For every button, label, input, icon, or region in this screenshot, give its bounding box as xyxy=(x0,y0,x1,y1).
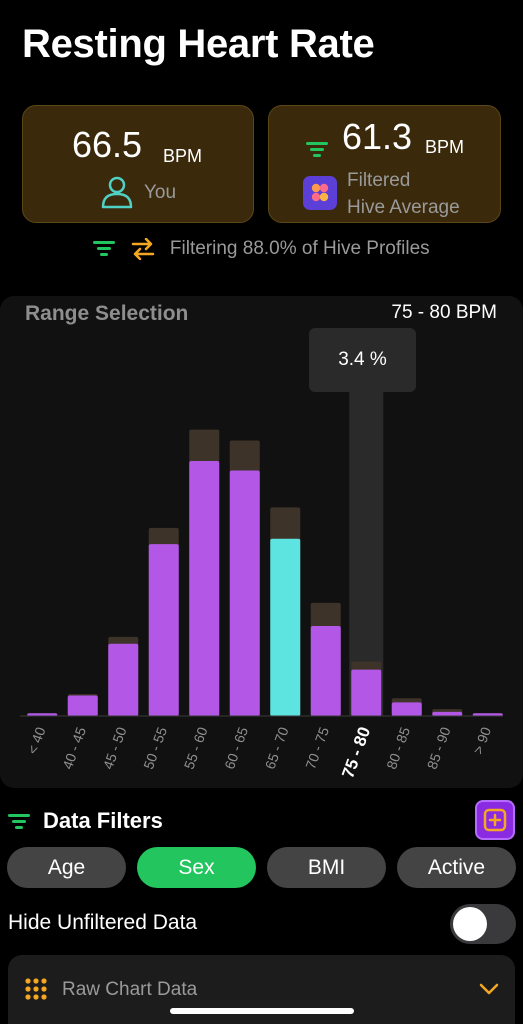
x-tick-label: 40 - 45 xyxy=(59,725,89,772)
x-tick-label: 60 - 65 xyxy=(221,725,251,772)
x-tick-label: 85 - 90 xyxy=(424,725,454,772)
x-tick-label: 50 - 55 xyxy=(140,725,170,772)
histogram-chart[interactable]: < 40 40 - 45 45 - 50 50 - 55 55 - 60 60 - 65 6… xyxy=(0,296,523,788)
you-card[interactable]: 66.5 BPM You xyxy=(22,105,254,223)
swap-arrows-icon[interactable] xyxy=(131,237,155,261)
filter-chip-sex[interactable]: Sex xyxy=(137,847,256,888)
filter-summary-text: Filtering 88.0% of Hive Profiles xyxy=(169,238,430,259)
hive-average-card[interactable]: 61.3 BPM Filtered Hive Average xyxy=(268,105,501,223)
add-filter-button[interactable] xyxy=(475,800,515,840)
x-tick-label: 75 - 80 xyxy=(338,724,374,780)
plus-square-icon xyxy=(483,808,507,832)
bar-filtered[interactable] xyxy=(229,470,260,716)
range-selection-panel[interactable]: Range Selection 75 - 80 BPM < 40 40 - 45 4… xyxy=(0,296,523,788)
bar-filtered[interactable] xyxy=(189,461,220,716)
bar-filtered[interactable] xyxy=(310,626,341,716)
x-tick-label: 65 - 70 xyxy=(262,725,292,772)
filter-chip-active[interactable]: Active xyxy=(397,847,516,888)
chevron-down-icon[interactable] xyxy=(479,983,499,995)
bar-filtered[interactable] xyxy=(108,643,139,716)
person-icon xyxy=(101,176,133,209)
hive-bpm-value: 61.3 xyxy=(342,116,413,157)
filter-chip-bmi[interactable]: BMI xyxy=(267,847,386,888)
x-tick-label: < 40 xyxy=(24,725,49,757)
toggle-knob xyxy=(453,907,487,941)
page-title: Resting Heart Rate xyxy=(22,22,375,66)
bar-filtered-you[interactable] xyxy=(270,538,301,716)
filter-lines-icon xyxy=(306,142,328,157)
bar-filtered[interactable] xyxy=(67,695,98,716)
x-tick-label: 45 - 50 xyxy=(100,725,130,772)
grid-dots-icon xyxy=(25,978,47,1000)
x-tick-label: 70 - 75 xyxy=(302,725,332,772)
hide-unfiltered-toggle[interactable] xyxy=(450,904,516,944)
bar-filtered[interactable] xyxy=(391,702,422,716)
data-filters-title: Data Filters xyxy=(43,808,163,833)
hive-app-icon xyxy=(303,176,337,210)
home-indicator xyxy=(170,1008,354,1014)
hide-unfiltered-label: Hide Unfiltered Data xyxy=(8,911,198,934)
bar-filtered[interactable] xyxy=(351,669,382,716)
you-label: You xyxy=(144,182,177,203)
selection-tooltip: 3.4 % xyxy=(309,328,416,392)
raw-chart-data-label: Raw Chart Data xyxy=(62,979,198,1000)
you-bpm-value: 66.5 xyxy=(72,124,143,165)
hive-label-line1: Filtered xyxy=(347,170,411,191)
filter-chip-age[interactable]: Age xyxy=(7,847,126,888)
data-filters-header: Data Filters xyxy=(0,800,523,844)
hive-bpm-unit: BPM xyxy=(425,137,465,157)
x-tick-label: 80 - 85 xyxy=(383,725,413,772)
hive-label-line2: Hive Average xyxy=(347,197,460,218)
you-bpm-unit: BPM xyxy=(163,146,203,166)
filter-summary: Filtering 88.0% of Hive Profiles xyxy=(0,237,523,261)
bar-filtered[interactable] xyxy=(148,544,179,716)
filter-lines-icon xyxy=(93,241,116,256)
x-tick-label: > 90 xyxy=(470,725,495,757)
filter-lines-icon xyxy=(8,814,30,829)
x-tick-label: 55 - 60 xyxy=(181,725,211,772)
bar-filtered[interactable] xyxy=(432,711,463,716)
